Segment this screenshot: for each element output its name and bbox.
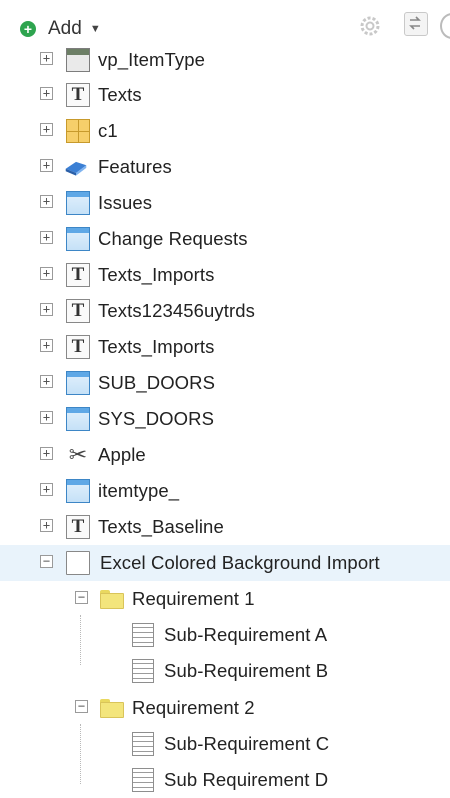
expand-icon[interactable]: + (40, 87, 53, 100)
feature-book-icon (65, 161, 87, 176)
tree-node-features[interactable]: + Features (0, 149, 450, 185)
tree-node-sub-requirement-c[interactable]: Sub-Requirement C (0, 726, 450, 762)
tree-node-label: itemtype_ (98, 480, 180, 501)
tree-node-label: Issues (98, 192, 153, 213)
expand-icon[interactable]: + (40, 52, 53, 65)
text-type-icon: T (66, 263, 90, 287)
tree-node-label: Sub Requirement D (164, 769, 329, 790)
tree-node-label: Apple (98, 444, 146, 465)
tree-node-sub-requirement-b[interactable]: Sub-Requirement B (0, 653, 450, 689)
tree-node-label: Texts123456uytrds (98, 300, 255, 321)
expand-icon[interactable]: + (40, 519, 53, 532)
text-type-icon: T (66, 83, 90, 107)
window-dark-icon (66, 48, 90, 72)
expand-icon[interactable]: + (40, 375, 53, 388)
document-icon (66, 551, 90, 575)
tree-node-apple[interactable]: + ✂ Apple (0, 437, 450, 473)
sheet-icon (132, 732, 154, 756)
tree-node-label: Texts (98, 84, 142, 105)
expand-icon[interactable]: + (40, 339, 53, 352)
sheet-icon (132, 659, 154, 683)
folder-icon (100, 699, 124, 719)
text-type-icon: T (66, 335, 90, 359)
item-tree: + vp_ItemType + T Texts + c1 + Features … (0, 0, 450, 793)
tree-node-itemtype[interactable]: + itemtype_ (0, 473, 450, 509)
sheet-icon (132, 768, 154, 792)
tree-node-texts-imports-2[interactable]: + T Texts_Imports (0, 329, 450, 365)
window-icon (66, 191, 90, 215)
tree-node-label: Excel Colored Background Import (100, 552, 380, 573)
expand-icon[interactable]: + (40, 447, 53, 460)
expand-icon[interactable]: + (40, 267, 53, 280)
text-type-icon: T (66, 515, 90, 539)
tree-node-texts[interactable]: + T Texts (0, 77, 450, 113)
tree-node-label: SUB_DOORS (98, 372, 216, 393)
tree-node-sub-requirement-a[interactable]: Sub-Requirement A (0, 617, 450, 653)
tree-node-excel-colored-background-import[interactable]: − Excel Colored Background Import (0, 545, 450, 581)
window-icon (66, 407, 90, 431)
tree-node-label: Texts_Imports (98, 264, 215, 285)
sheet-icon (132, 623, 154, 647)
tree-node-texts-imports[interactable]: + T Texts_Imports (0, 257, 450, 293)
collapse-icon[interactable]: − (75, 700, 88, 713)
tree-node-issues[interactable]: + Issues (0, 185, 450, 221)
tree-node-label: Texts_Baseline (98, 516, 224, 537)
tree-node-vp-itemtype[interactable]: + vp_ItemType (0, 42, 450, 78)
tree-node-label: Texts_Imports (98, 336, 215, 357)
tree-node-sys-doors[interactable]: + SYS_DOORS (0, 401, 450, 437)
expand-icon[interactable]: + (40, 231, 53, 244)
collapse-icon[interactable]: − (75, 591, 88, 604)
tree-node-requirement-1[interactable]: − Requirement 1 (0, 581, 450, 617)
tree-node-label: Change Requests (98, 228, 248, 249)
expand-icon[interactable]: + (40, 303, 53, 316)
folder-icon (100, 590, 124, 610)
window-icon (66, 479, 90, 503)
tree-node-texts123456uytrds[interactable]: + T Texts123456uytrds (0, 293, 450, 329)
tree-node-requirement-2[interactable]: − Requirement 2 (0, 690, 450, 726)
tree-node-texts-baseline[interactable]: + T Texts_Baseline (0, 509, 450, 545)
tree-node-label: Requirement 2 (132, 697, 255, 718)
tree-node-c1[interactable]: + c1 (0, 113, 450, 149)
text-type-icon: T (66, 299, 90, 323)
tree-node-label: Requirement 1 (132, 588, 255, 609)
collapse-icon[interactable]: − (40, 555, 53, 568)
tree-node-change-requests[interactable]: + Change Requests (0, 221, 450, 257)
grid-icon (66, 119, 90, 143)
expand-icon[interactable]: + (40, 159, 53, 172)
tree-node-label: vp_ItemType (98, 49, 206, 70)
window-icon (66, 371, 90, 395)
expand-icon[interactable]: + (40, 483, 53, 496)
tree-node-label: Sub-Requirement C (164, 733, 330, 754)
tree-node-label: Features (98, 156, 172, 177)
tree-node-label: Sub-Requirement A (164, 624, 328, 645)
tree-node-label: Sub-Requirement B (164, 660, 329, 681)
expand-icon[interactable]: + (40, 195, 53, 208)
expand-icon[interactable]: + (40, 123, 53, 136)
tree-node-label: SYS_DOORS (98, 408, 215, 429)
window-icon (66, 227, 90, 251)
scissors-icon: ✂ (68, 442, 88, 467)
tree-node-sub-doors[interactable]: + SUB_DOORS (0, 365, 450, 401)
tree-node-label: c1 (98, 120, 118, 141)
expand-icon[interactable]: + (40, 411, 53, 424)
